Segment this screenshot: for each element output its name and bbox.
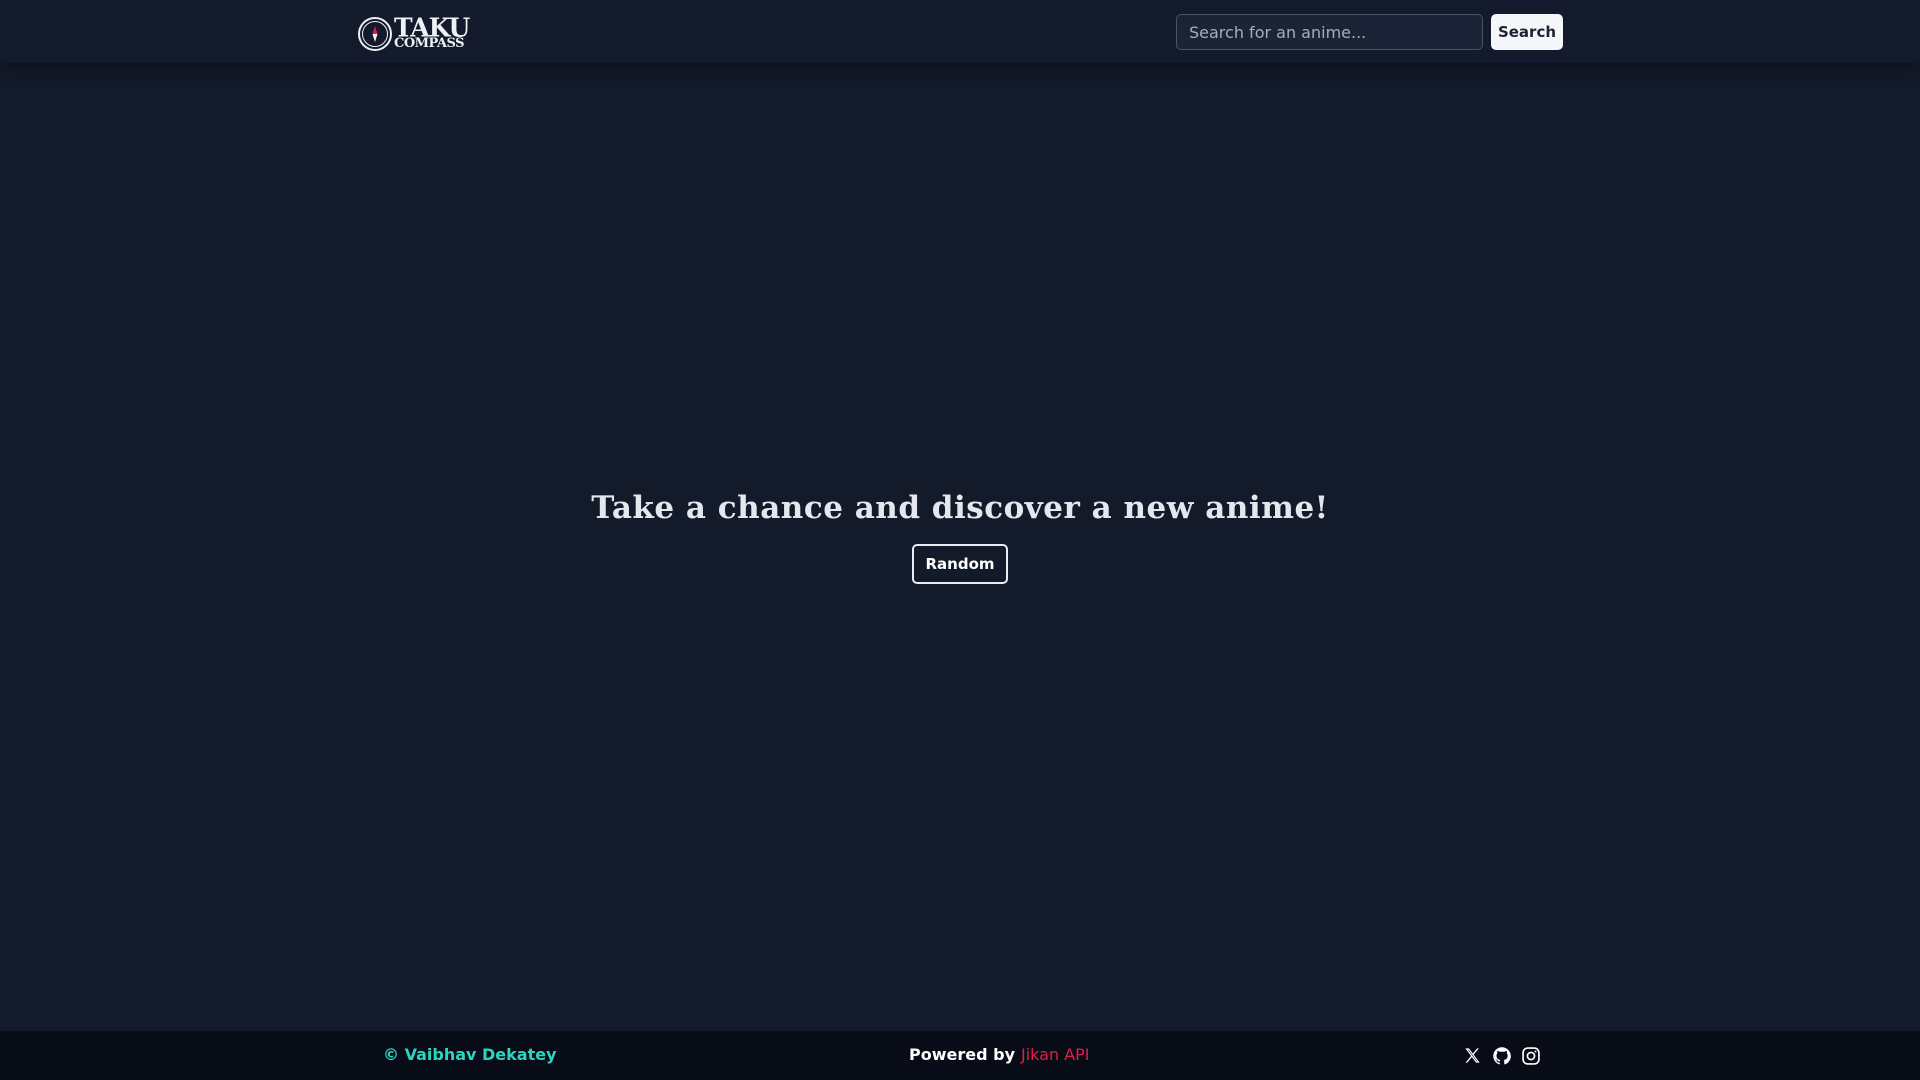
random-button[interactable]: Random [912,544,1008,584]
copyright-link[interactable]: © Vaibhav Dekatey [383,1045,557,1064]
social-links [1462,1045,1541,1066]
github-icon[interactable] [1491,1045,1512,1066]
compass-icon [356,13,394,51]
logo-line1: TAKU [394,11,470,43]
top-navbar: TAKU COMPASS Search [0,0,1920,63]
search-button[interactable]: Search [1491,14,1563,50]
powered-by-label: Powered by [909,1045,1015,1064]
x-twitter-icon[interactable] [1462,1045,1483,1066]
hero-section: Take a chance and discover a new anime! … [0,490,1920,584]
instagram-icon[interactable] [1520,1045,1541,1066]
powered-by: Powered by Jikan API [909,1045,1090,1064]
search-input[interactable] [1176,14,1483,50]
footer: © Vaibhav Dekatey Powered by Jikan API [0,1031,1920,1080]
logo-wordmark: TAKU COMPASS [394,11,470,50]
hero-title: Take a chance and discover a new anime! [591,490,1329,526]
otaku-compass-logo[interactable]: TAKU COMPASS [356,11,470,53]
jikan-api-link[interactable]: Jikan API [1021,1045,1090,1064]
